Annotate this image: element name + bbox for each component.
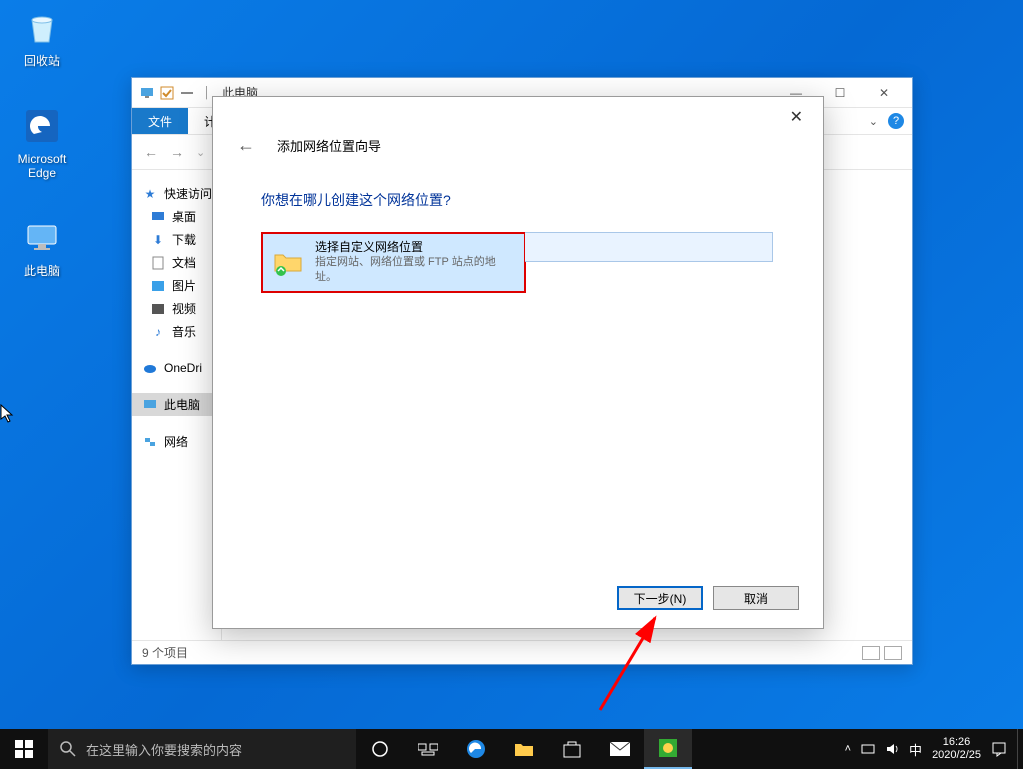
add-network-location-wizard: ✕ ← 添加网络位置向导 你想在哪儿创建这个网络位置? 选择自定义网络位置 指定…: [212, 96, 824, 629]
wizard-question: 你想在哪儿创建这个网络位置?: [261, 190, 775, 210]
picture-icon: [150, 278, 166, 294]
recycle-bin-icon: [20, 6, 64, 50]
sidebar-item-desktop[interactable]: 桌面: [132, 205, 221, 228]
bar-icon: [178, 84, 196, 102]
music-icon: ♪: [150, 324, 166, 340]
sidebar-item-label: 图片: [172, 277, 196, 294]
taskbar-app-store[interactable]: [548, 729, 596, 769]
system-tray: ˄ 中 16:26 2020/2/25: [835, 736, 1017, 762]
desktop-icon-label: Microsoft Edge: [6, 152, 78, 180]
sidebar-item-label: 下载: [172, 231, 196, 248]
explorer-sidebar: ★ 快速访问 桌面 ⬇ 下载 文档 图片 视频: [132, 170, 222, 640]
nav-back-button[interactable]: ←: [144, 144, 158, 160]
sidebar-item-label: OneDri: [164, 361, 202, 375]
network-tray-icon[interactable]: [861, 742, 875, 756]
search-placeholder: 在这里输入你要搜索的内容: [86, 740, 242, 759]
wizard-title: 添加网络位置向导: [277, 136, 381, 155]
cortana-button[interactable]: [356, 729, 404, 769]
taskbar-app-explorer[interactable]: [500, 729, 548, 769]
desktop-icon-label: 此电脑: [6, 264, 78, 278]
ime-indicator[interactable]: 中: [909, 740, 922, 759]
action-center-icon[interactable]: [991, 741, 1007, 757]
sidebar-item-label: 文档: [172, 254, 196, 271]
cancel-button[interactable]: 取消: [713, 586, 799, 610]
taskbar-app-edge[interactable]: [452, 729, 500, 769]
monitor-small-icon: [138, 84, 156, 102]
taskbar-app-mail[interactable]: [596, 729, 644, 769]
sidebar-item-documents[interactable]: 文档: [132, 251, 221, 274]
sidebar-item-network[interactable]: 网络: [132, 430, 221, 453]
sidebar-item-label: 网络: [164, 433, 188, 450]
desktop-icon-edge[interactable]: Microsoft Edge: [6, 104, 78, 180]
volume-tray-icon[interactable]: [885, 742, 899, 756]
sidebar-item-music[interactable]: ♪ 音乐: [132, 320, 221, 343]
sidebar-item-pictures[interactable]: 图片: [132, 274, 221, 297]
option-subtitle: 指定网站、网络位置或 FTP 站点的地址。: [315, 255, 514, 285]
cloud-icon: [142, 360, 158, 376]
taskbar-search[interactable]: 在这里输入你要搜索的内容: [48, 729, 356, 769]
video-icon: [150, 301, 166, 317]
checkbox-icon: [158, 84, 176, 102]
close-button[interactable]: ✕: [780, 103, 813, 131]
start-button[interactable]: [0, 729, 48, 769]
tray-overflow-icon[interactable]: ˄: [845, 743, 851, 755]
clock-date: 2020/2/25: [932, 749, 981, 762]
sidebar-item-videos[interactable]: 视频: [132, 297, 221, 320]
close-button[interactable]: ✕: [862, 78, 906, 108]
edge-icon: [20, 104, 64, 148]
sidebar-item-downloads[interactable]: ⬇ 下载: [132, 228, 221, 251]
desktop-icon-recycle-bin[interactable]: 回收站: [6, 6, 78, 68]
taskbar: 在这里输入你要搜索的内容 ˄ 中 16:26 2020/2/25: [0, 729, 1023, 769]
view-details-icon[interactable]: [862, 646, 880, 660]
sidebar-item-label: 此电脑: [164, 396, 200, 413]
status-item-count: 9 个项目: [142, 644, 188, 661]
maximize-button[interactable]: ☐: [818, 78, 862, 108]
option-list-area[interactable]: [525, 232, 773, 262]
search-icon: [60, 741, 76, 757]
tab-file[interactable]: 文件: [132, 108, 188, 134]
option-title: 选择自定义网络位置: [315, 240, 514, 255]
sidebar-item-quick-access[interactable]: ★ 快速访问: [132, 182, 221, 205]
clock-time: 16:26: [932, 736, 981, 749]
windows-icon: [15, 740, 33, 758]
monitor-icon: [142, 397, 158, 413]
cursor-icon: [0, 404, 16, 424]
sidebar-item-label: 桌面: [172, 208, 196, 225]
star-icon: ★: [142, 186, 158, 202]
folder-network-icon: [273, 249, 305, 277]
sidebar-item-this-pc[interactable]: 此电脑: [132, 393, 221, 416]
taskbar-app-running[interactable]: [644, 729, 692, 769]
task-view-button[interactable]: [404, 729, 452, 769]
sidebar-item-label: 音乐: [172, 323, 196, 340]
next-button[interactable]: 下一步(N): [617, 586, 703, 610]
back-button[interactable]: ←: [233, 131, 259, 160]
monitor-icon: [20, 216, 64, 260]
chevron-down-icon[interactable]: ⌄: [869, 115, 878, 128]
sidebar-item-label: 快速访问: [164, 185, 212, 202]
download-icon: ⬇: [150, 232, 166, 248]
explorer-status-bar: 9 个项目: [132, 640, 912, 664]
document-icon: [150, 255, 166, 271]
sidebar-item-label: 视频: [172, 300, 196, 317]
desktop-icon-this-pc[interactable]: 此电脑: [6, 216, 78, 278]
option-custom-network-location[interactable]: 选择自定义网络位置 指定网站、网络位置或 FTP 站点的地址。: [261, 232, 526, 293]
desktop-icon-label: 回收站: [6, 54, 78, 68]
desktop-icon: [150, 209, 166, 225]
view-large-icon[interactable]: [884, 646, 902, 660]
show-desktop-button[interactable]: [1017, 729, 1023, 769]
sidebar-item-onedrive[interactable]: OneDri: [132, 357, 221, 379]
network-icon: [142, 434, 158, 450]
help-icon[interactable]: ?: [888, 113, 904, 129]
taskbar-clock[interactable]: 16:26 2020/2/25: [932, 736, 981, 762]
nav-forward-button[interactable]: →: [170, 144, 184, 160]
chevron-down-icon[interactable]: ⌄: [196, 146, 205, 159]
